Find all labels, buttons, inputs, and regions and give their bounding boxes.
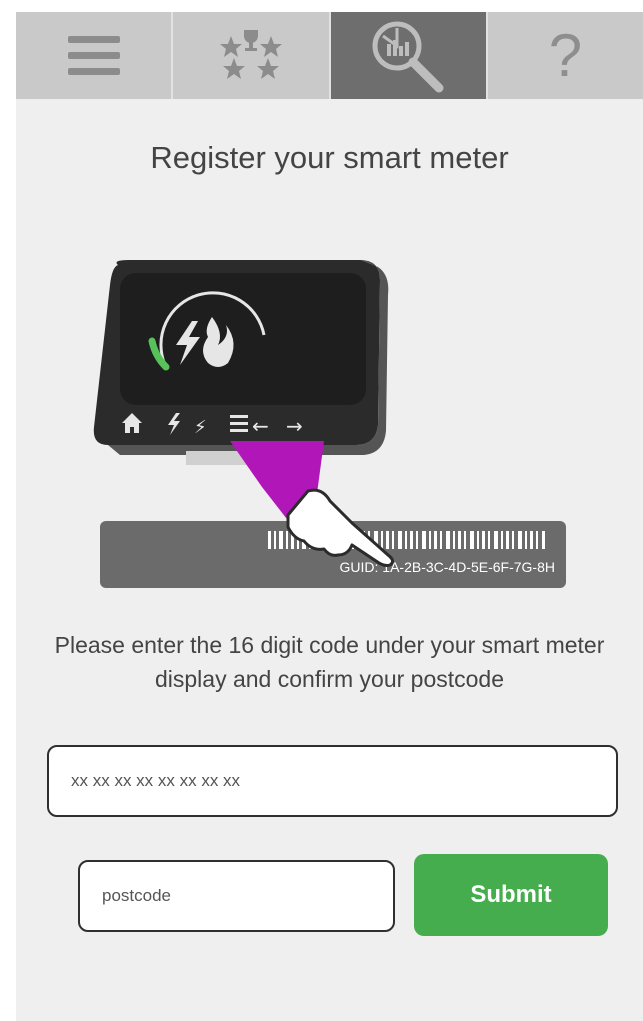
top-border	[0, 0, 643, 12]
tab-help[interactable]: ?	[487, 12, 643, 99]
guid-label: GUID: 1A-2B-3C-4D-5E-6F-7G-8H	[340, 559, 556, 575]
postcode-input[interactable]	[78, 860, 395, 932]
tab-usage-search[interactable]	[330, 12, 488, 99]
tab-bar: ?	[16, 12, 643, 99]
tab-menu[interactable]	[16, 12, 174, 99]
magnifier-chart-icon	[372, 21, 444, 92]
submit-button[interactable]: Submit	[414, 854, 608, 936]
instruction-text: Please enter the 16 digit code under you…	[54, 632, 605, 692]
trophy-stars-icon	[219, 29, 282, 79]
smart-meter-illustration: GUID: 1A-2B-3C-4D-5E-6F-7G-8H ⚡ ← →	[93, 260, 566, 588]
gas-electric-small-icon: ⚡	[194, 417, 207, 438]
guid-code-input[interactable]	[47, 745, 618, 817]
meter-screen	[120, 273, 366, 405]
question-mark-icon: ?	[548, 21, 583, 89]
app-root: ? Register your smart meter GUID: 1A-2B-…	[0, 0, 643, 1021]
tab-achievements[interactable]	[173, 12, 331, 99]
forward-arrow-icon: →	[286, 414, 303, 438]
page-title: Register your smart meter	[150, 140, 509, 175]
back-arrow-icon: ←	[252, 414, 269, 438]
hamburger-menu-icon	[67, 35, 120, 75]
left-border	[0, 0, 16, 1021]
